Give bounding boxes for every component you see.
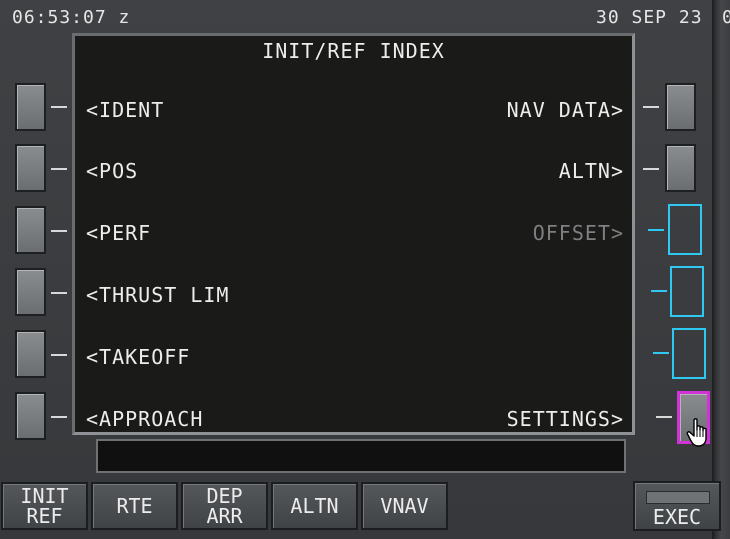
init-ref-key-line2: REF [26,504,63,528]
lsk-5r[interactable] [672,328,706,379]
rte-key-line1: RTE [116,494,153,518]
dep-arr-key-line2: ARR [206,504,243,528]
adjacent-panel-text: 0 [722,7,730,28]
lsk-6l[interactable] [15,392,46,440]
line-6r-label: SETTINGS> [506,407,624,431]
line-4l-label: <THRUST LIM [86,283,230,307]
lsk-1r[interactable] [665,83,696,131]
lsk-3r-tick [648,229,664,231]
hand-pointer-icon [686,418,707,447]
lsk-4l-tick [51,292,67,294]
lsk-6r-tick [656,416,672,418]
lsk-1l-tick [51,106,67,108]
line-3l-label: <PERF [86,221,152,245]
lsk-2r-tick [643,168,659,170]
line-2l-label: <POS [86,159,139,183]
status-bar: 06:53:07 z 30 SEP 23 [0,0,730,34]
init-ref-key[interactable]: INIT REF [1,482,88,530]
exec-key[interactable]: EXEC [633,481,721,531]
clock-time: 06:53:07 z [12,7,131,28]
lsk-5l[interactable] [15,330,46,378]
line-5l-label: <TAKEOFF [86,345,191,369]
altn-key-line1: ALTN [290,494,339,518]
lsk-1r-tick [643,106,659,108]
lsk-3l[interactable] [15,206,46,254]
line-1r-label: NAV DATA> [506,98,624,122]
lsk-4r-tick [651,290,667,292]
lsk-3l-tick [51,230,67,232]
dep-arr-key-line1: DEP [206,484,243,508]
lsk-2l[interactable] [15,144,46,192]
vnav-key-line1: VNAV [380,494,429,518]
exec-annunciator-light [646,491,710,504]
line-3r-label: OFFSET> [532,221,624,245]
lsk-1l[interactable] [15,83,46,131]
lsk-4l[interactable] [15,268,46,316]
exec-key-label: EXEC [652,505,702,529]
lsk-5l-tick [51,354,67,356]
rte-key[interactable]: RTE [91,482,178,530]
clock-date: 30 SEP 23 [596,7,703,28]
lsk-4r[interactable] [670,266,704,317]
function-key-row: INIT REF RTE DEP ARR ALTN VNAV [0,482,730,539]
lsk-3r[interactable] [668,204,702,255]
line-2r-label: ALTN> [558,159,624,183]
line-6l-label: <APPROACH [86,407,204,431]
lsk-2l-tick [51,168,67,170]
page-title: INIT/REF INDEX [262,39,445,63]
adjacent-panel-edge [712,0,730,539]
line-1l-label: <IDENT [86,98,165,122]
init-ref-key-line1: INIT [20,484,69,508]
cdu-display: INIT/REF INDEX <IDENT <POS <PERF <THRUST… [72,33,635,435]
lsk-6l-tick [51,416,67,418]
altn-key[interactable]: ALTN [271,482,358,530]
dep-arr-key[interactable]: DEP ARR [181,482,268,530]
vnav-key[interactable]: VNAV [361,482,448,530]
lsk-2r[interactable] [665,144,696,192]
scratchpad [96,439,626,473]
lsk-5r-tick [653,352,669,354]
